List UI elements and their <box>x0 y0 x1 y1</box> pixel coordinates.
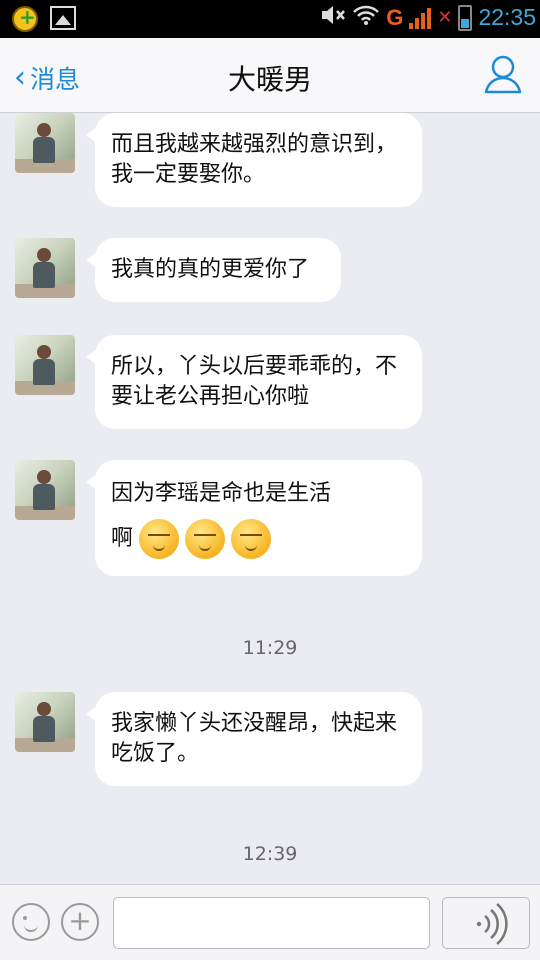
avatar[interactable] <box>15 335 75 395</box>
chat-area[interactable]: 而且我越来越强烈的意识到，我一定要娶你。 我真的真的更爱你了 所以，丫头以后要乖… <box>0 113 540 884</box>
avatar[interactable] <box>15 692 75 752</box>
voice-button[interactable] <box>442 897 530 949</box>
avatar[interactable] <box>15 113 75 173</box>
app-notification-icon <box>12 5 38 32</box>
message-bubble[interactable]: 所以，丫头以后要乖乖的，不要让老公再担心你啦 <box>86 335 422 429</box>
mute-icon <box>320 4 346 31</box>
chat-header: ‹ 消息 大暖男 <box>0 38 540 113</box>
input-bar: + <box>0 884 540 960</box>
page-title: 大暖男 <box>227 63 312 96</box>
message-text: 啊 <box>111 526 134 551</box>
message-bubble[interactable]: 我家懒丫头还没醒昂，快起来吃饭了。 <box>86 692 422 786</box>
voice-waves-icon <box>476 903 508 945</box>
back-label: 消息 <box>30 65 81 94</box>
image-notification-icon <box>50 6 76 30</box>
clock: 22:35 <box>478 4 536 30</box>
plus-icon: + <box>68 904 92 937</box>
emoji-button[interactable] <box>12 903 50 941</box>
message-bubble[interactable]: 我真的真的更爱你了 <box>86 238 341 302</box>
avatar[interactable] <box>15 238 75 298</box>
no-signal-icon: ✕ <box>437 7 453 28</box>
message-text-line: 啊 <box>111 519 406 559</box>
message-text: 我真的真的更爱你了 <box>111 257 310 282</box>
message-text: 而且我越来越强烈的意识到，我一定要娶你。 <box>111 132 398 187</box>
chevron-left-icon: ‹ <box>14 60 26 95</box>
wifi-icon <box>352 4 380 31</box>
message-text: 所以，丫头以后要乖乖的，不要让老公再担心你啦 <box>111 354 398 409</box>
smirk-emoji-icon <box>185 519 226 559</box>
smirk-emoji-icon <box>231 519 272 559</box>
network-type-label: G <box>386 4 404 30</box>
avatar[interactable] <box>15 460 75 520</box>
plus-button[interactable]: + <box>61 903 99 941</box>
status-bar: G ✕ 22:35 <box>0 0 540 38</box>
message-input[interactable] <box>113 897 430 949</box>
signal-bars-icon <box>409 7 432 29</box>
timestamp: 11:29 <box>242 637 298 659</box>
back-button[interactable]: ‹ 消息 <box>14 60 80 96</box>
message-text: 我家懒丫头还没醒昂，快起来吃饭了。 <box>111 711 398 766</box>
timestamp: 12:39 <box>242 843 298 865</box>
message-bubble[interactable]: 因为李瑶是命也是生活 啊 <box>86 460 422 576</box>
person-icon <box>484 55 522 94</box>
message-bubble[interactable]: 而且我越来越强烈的意识到，我一定要娶你。 <box>86 113 422 207</box>
smirk-emoji-icon <box>139 519 180 559</box>
message-text: 因为李瑶是命也是生活 <box>111 481 332 506</box>
profile-button[interactable] <box>484 54 522 94</box>
battery-icon <box>458 4 473 31</box>
